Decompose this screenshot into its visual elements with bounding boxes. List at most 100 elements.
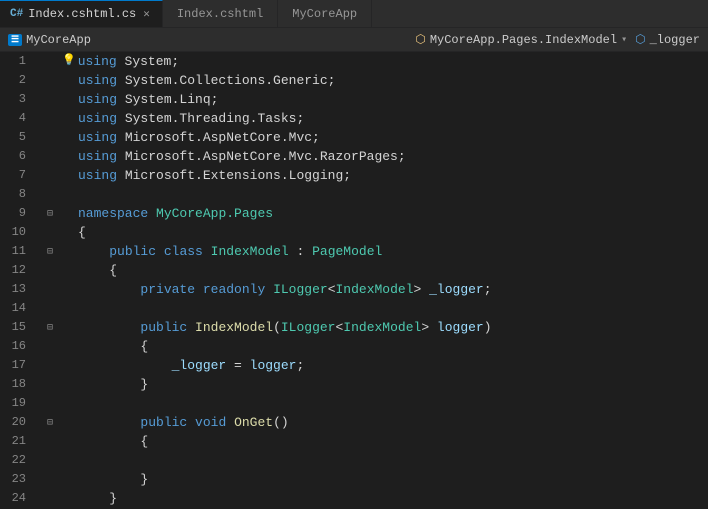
gutter-line — [42, 71, 58, 90]
line-number: 1 — [0, 52, 34, 71]
line-number: 8 — [0, 185, 34, 204]
plain-token — [156, 242, 164, 261]
gutter-line[interactable]: ⊟ — [42, 318, 58, 337]
member-label: _logger — [650, 33, 700, 47]
breadcrumb-bar: ☰ MyCoreApp ⬡ MyCoreApp.Pages.IndexModel… — [0, 28, 708, 52]
cs-file-icon: C# — [10, 8, 23, 20]
gutter-line[interactable]: ⊟ — [42, 204, 58, 223]
kw-token: using — [78, 128, 117, 147]
namespace-dropdown[interactable]: ⬡ MyCoreApp.Pages.IndexModel ▾ — [415, 32, 627, 47]
tab-label: Index.cshtml.cs — [28, 7, 136, 21]
code-line — [62, 451, 708, 470]
plain-token: > — [421, 318, 437, 337]
line-number: 17 — [0, 356, 34, 375]
code-line: _logger = logger; — [62, 356, 708, 375]
logger-icon: ⬡ — [635, 32, 645, 47]
plain-token: ; — [484, 280, 492, 299]
plain-token — [78, 242, 109, 261]
plain-token — [148, 204, 156, 223]
gutter-line — [42, 394, 58, 413]
code-line: private readonly ILogger<IndexModel> _lo… — [62, 280, 708, 299]
code-line: } — [62, 470, 708, 489]
plain-token: { — [78, 223, 86, 242]
plain-token — [195, 280, 203, 299]
tab-mycoreapp[interactable]: MyCoreApp — [278, 0, 372, 27]
editor: 1234567891011121314151617181920212223242… — [0, 52, 708, 509]
line-number: 23 — [0, 470, 34, 489]
member-dropdown[interactable]: ⬡ _logger — [635, 32, 700, 47]
line-numbers-gutter: 1234567891011121314151617181920212223242… — [0, 52, 42, 509]
plain-token — [187, 318, 195, 337]
plain-token — [78, 280, 140, 299]
line-number: 5 — [0, 128, 34, 147]
kw-token: namespace — [78, 204, 148, 223]
line-number: 6 — [0, 147, 34, 166]
gutter-line — [42, 128, 58, 147]
collapse-gutter: ⊟ ⊟ ⊟ ⊟ — [42, 52, 58, 509]
gutter-line[interactable]: ⊟ — [42, 242, 58, 261]
kw-token: class — [164, 242, 203, 261]
code-line: public class IndexModel : PageModel — [62, 242, 708, 261]
plain-token: { — [78, 337, 148, 356]
code-line: using Microsoft.AspNetCore.Mvc; — [62, 128, 708, 147]
code-area[interactable]: 💡using System;using System.Collections.G… — [58, 52, 708, 509]
code-line: public void OnGet() — [62, 413, 708, 432]
namespace-dropdown-arrow: ▾ — [621, 34, 627, 46]
tab-indexcshtml[interactable]: Index.cshtml — [163, 0, 278, 27]
gutter-line[interactable]: ⊟ — [42, 413, 58, 432]
plain-token: Microsoft.Extensions.Logging; — [117, 166, 351, 185]
gutter-line — [42, 52, 58, 71]
kw-token: void — [195, 413, 226, 432]
kw-token: using — [78, 147, 117, 166]
line-number: 4 — [0, 109, 34, 128]
kw-token: readonly — [203, 280, 265, 299]
plain-token: { — [78, 261, 117, 280]
code-line: using Microsoft.AspNetCore.Mvc.RazorPage… — [62, 147, 708, 166]
breadcrumb-project[interactable]: MyCoreApp — [26, 33, 91, 47]
kw-token: using — [78, 109, 117, 128]
plain-token — [265, 280, 273, 299]
breadcrumb-dropdowns: ⬡ MyCoreApp.Pages.IndexModel ▾ ⬡ _logger — [415, 32, 700, 47]
method-token: OnGet — [234, 413, 273, 432]
gutter-line — [42, 432, 58, 451]
plain-token: ; — [296, 356, 304, 375]
code-line: public IndexModel(ILogger<IndexModel> lo… — [62, 318, 708, 337]
line-number: 14 — [0, 299, 34, 318]
type-token: ILogger — [281, 318, 336, 337]
lightbulb-icon[interactable]: 💡 — [62, 52, 76, 71]
tab-bar: C# Index.cshtml.cs ✕ Index.cshtml MyCore… — [0, 0, 708, 28]
line-number: 22 — [0, 451, 34, 470]
code-line — [62, 299, 708, 318]
line-number: 16 — [0, 337, 34, 356]
code-line — [62, 185, 708, 204]
plain-token: Microsoft.AspNetCore.Mvc.RazorPages; — [117, 147, 406, 166]
code-line: namespace MyCoreApp.Pages — [62, 204, 708, 223]
tab-indexcshtml-cs[interactable]: C# Index.cshtml.cs ✕ — [0, 0, 163, 27]
tab-close-button[interactable]: ✕ — [141, 6, 152, 22]
gutter-line — [42, 261, 58, 280]
pages-icon: ⬡ — [415, 32, 425, 47]
plain-token: : — [289, 242, 312, 261]
code-line: using System.Threading.Tasks; — [62, 109, 708, 128]
field-token: _logger — [172, 356, 227, 375]
plain-token — [187, 413, 195, 432]
type-token: IndexModel — [336, 280, 414, 299]
code-line: { — [62, 261, 708, 280]
method-token: IndexModel — [195, 318, 273, 337]
plain-token: System; — [117, 52, 179, 71]
plain-token: { — [78, 432, 148, 451]
gutter-line — [42, 280, 58, 299]
gutter-line — [42, 356, 58, 375]
namespace-label: MyCoreApp.Pages.IndexModel — [430, 33, 617, 47]
type-token: IndexModel — [211, 242, 289, 261]
kw-token: using — [78, 52, 117, 71]
line-number: 11 — [0, 242, 34, 261]
code-line: using System.Linq; — [62, 90, 708, 109]
plain-token: = — [226, 356, 249, 375]
gutter-line — [42, 337, 58, 356]
plain-token: } — [78, 375, 148, 394]
kw-token: public — [140, 413, 187, 432]
gutter-line — [42, 185, 58, 204]
plain-token: Microsoft.AspNetCore.Mvc; — [117, 128, 320, 147]
line-number: 3 — [0, 90, 34, 109]
